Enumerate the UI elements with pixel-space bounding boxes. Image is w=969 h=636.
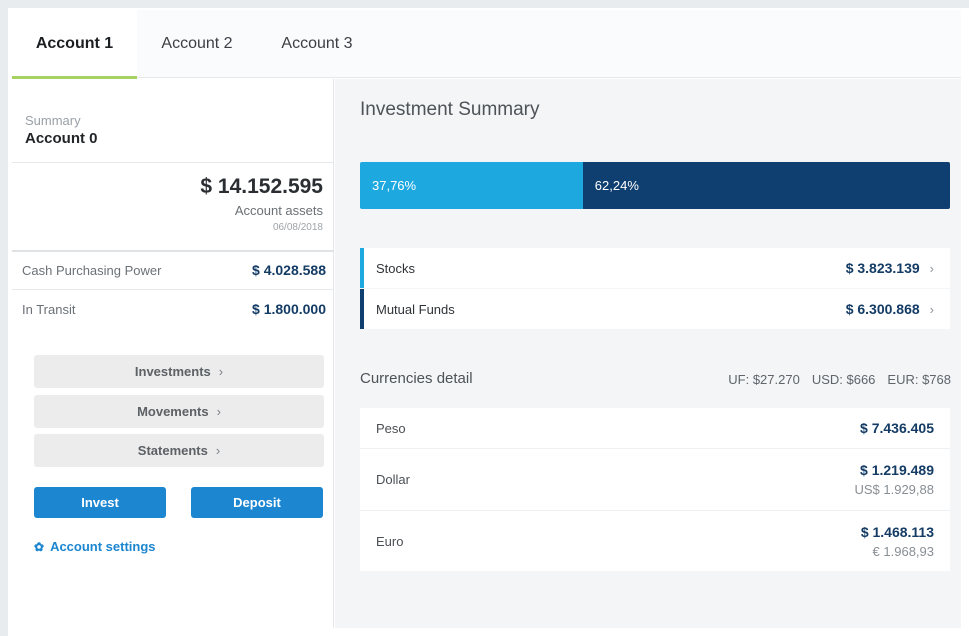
currency-value: $ 1.219.489 <box>860 462 934 478</box>
movements-label: Movements <box>137 404 209 419</box>
fund-label: Mutual Funds <box>376 301 455 317</box>
chevron-right-icon: › <box>218 364 224 379</box>
account-name: Account 0 <box>25 130 98 147</box>
distribution-segment-stocks: 37,76% <box>360 162 583 209</box>
fund-value: $ 6.300.868 <box>845 301 920 317</box>
currency-label: Dollar <box>376 472 410 487</box>
movements-link-button[interactable]: Movements › <box>34 395 324 428</box>
currency-row-peso: Peso $ 7.436.405 <box>360 408 950 449</box>
fund-label: Stocks <box>376 260 416 276</box>
cash-label: Cash Purchasing Power <box>22 262 162 278</box>
account-summary-panel: Summary Account 0 $ 14.152.595 Account a… <box>12 79 334 628</box>
assets-date: 06/08/2018 <box>272 222 323 233</box>
currency-foreign-value: € 1.968,93 <box>872 543 934 559</box>
currency-label: Euro <box>376 533 404 549</box>
fund-row-stocks[interactable]: Stocks $ 3.823.139 › <box>360 248 950 288</box>
tab-account-3[interactable]: Account 3 <box>257 10 377 78</box>
chevron-right-icon: › <box>215 443 221 458</box>
fund-color-marker <box>360 248 364 288</box>
distribution-bar: 37,76% 62,24% <box>360 162 950 209</box>
tab-account-1[interactable]: Account 1 <box>12 10 137 79</box>
currency-label: Peso <box>376 420 406 436</box>
fund-value: $ 3.823.139 <box>845 260 920 276</box>
fund-color-marker <box>360 289 364 329</box>
investments-link-button[interactable]: Investments › <box>34 355 324 388</box>
gear-icon: ✿ <box>34 539 45 554</box>
assets-value: $ 14.152.595 <box>200 175 323 198</box>
summary-header: Summary Account 0 <box>25 113 98 147</box>
fund-row-mutual-funds[interactable]: Mutual Funds $ 6.300.868 › <box>360 289 950 329</box>
exchange-rates: UF: $27.270 USD: $666 EUR: $768 <box>728 372 951 387</box>
rate-eur: EUR: $768 <box>887 372 951 387</box>
rate-usd: USD: $666 <box>811 372 876 387</box>
currency-row-euro: Euro $ 1.468.113 € 1.968,93 <box>360 511 950 571</box>
currency-foreign-value: US$ 1.929,88 <box>854 482 934 497</box>
divider <box>12 162 334 163</box>
transit-value: $ 1.800.000 <box>252 301 326 317</box>
invest-button[interactable]: Invest <box>34 487 166 518</box>
chevron-right-icon: › <box>929 302 934 317</box>
cash-value: $ 4.028.588 <box>252 262 326 278</box>
account-assets: $ 14.152.595 Account assets 06/08/2018 <box>200 175 323 233</box>
currency-row-dollar: Dollar $ 1.219.489 US$ 1.929,88 <box>360 449 950 511</box>
cash-purchasing-power-row: Cash Purchasing Power $ 4.028.588 <box>12 251 334 289</box>
statements-label: Statements <box>137 443 208 458</box>
distribution-segment-mutual-funds: 62,24% <box>582 162 950 209</box>
account-tabs: Account 1 Account 2 Account 3 <box>12 10 961 79</box>
transit-label: In Transit <box>22 301 76 317</box>
investments-label: Investments <box>134 364 211 379</box>
assets-label: Account assets <box>234 203 323 218</box>
account-settings-link[interactable]: ✿ Account settings <box>34 539 156 554</box>
chevron-right-icon: › <box>929 261 934 276</box>
in-transit-row: In Transit $ 1.800.000 <box>12 290 334 328</box>
rate-uf: UF: $27.270 <box>728 372 800 387</box>
account-settings-label: Account settings <box>50 539 156 554</box>
investment-summary-panel: Investment Summary 37,76% 62,24% Stocks … <box>335 79 961 628</box>
investment-summary-title: Investment Summary <box>360 99 540 120</box>
currency-value: $ 1.468.113 <box>860 523 934 540</box>
statements-link-button[interactable]: Statements › <box>34 434 324 467</box>
currencies-detail-title: Currencies detail <box>360 370 473 387</box>
summary-label: Summary <box>25 113 81 128</box>
deposit-button[interactable]: Deposit <box>191 487 323 518</box>
chevron-right-icon: › <box>216 404 221 419</box>
currency-value: $ 7.436.405 <box>860 420 934 436</box>
tab-account-2[interactable]: Account 2 <box>137 10 257 78</box>
